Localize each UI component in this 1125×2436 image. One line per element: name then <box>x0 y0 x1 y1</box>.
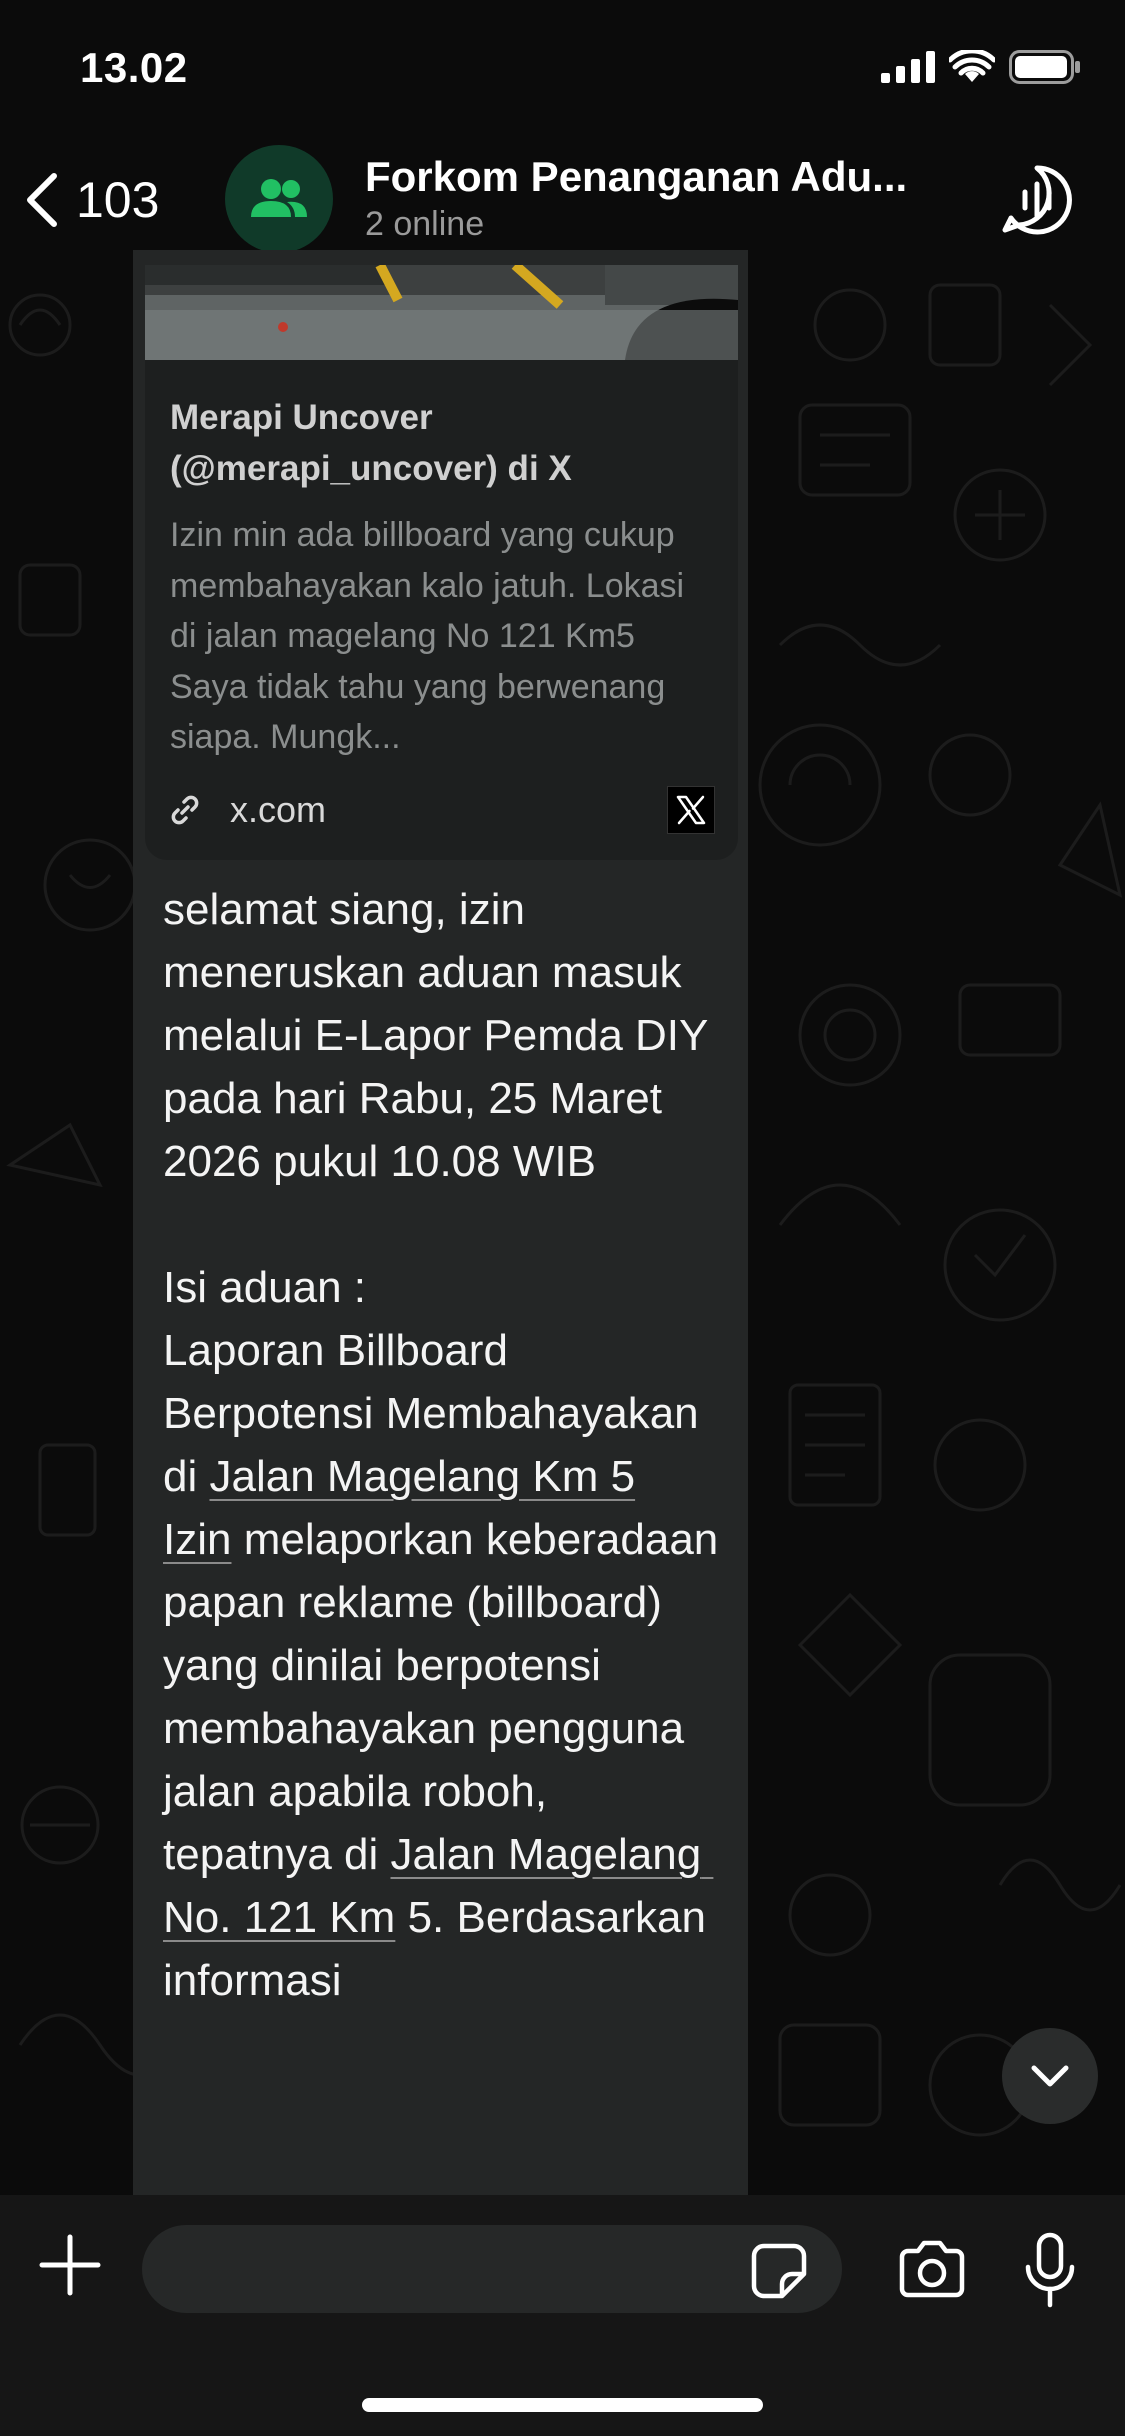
message-text: selamat siang, izin meneruskan aduan mas… <box>163 878 723 2012</box>
link-preview-description: Izin min ada billboard yang cukup membah… <box>170 516 685 756</box>
status-bar: 13.02 <box>0 0 1125 135</box>
link-preview-image[interactable] <box>145 265 738 360</box>
unread-count: 103 <box>76 172 160 228</box>
x-logo-icon <box>667 786 715 834</box>
voice-chat-icon[interactable] <box>999 162 1075 238</box>
link-preview-title: Merapi Uncover (@merapi_uncover) di X <box>170 398 572 488</box>
status-time: 13.02 <box>80 44 188 91</box>
chat-subtitle: 2 online <box>365 205 485 243</box>
complaint-label: Isi aduan : <box>163 1263 367 1312</box>
wifi-icon <box>949 50 995 82</box>
plus-icon[interactable] <box>38 2233 102 2297</box>
back-button[interactable]: 103 <box>22 160 159 240</box>
status-icons <box>881 50 1081 84</box>
message-bubble[interactable]: Merapi Uncover (@merapi_uncover) di X Iz… <box>133 250 748 2195</box>
group-icon <box>251 179 307 217</box>
camera-icon[interactable] <box>896 2235 968 2307</box>
chevron-left-icon <box>27 173 57 227</box>
link-icon <box>171 795 199 824</box>
location-link-1[interactable]: Jalan Magelang Km 5 <box>209 1452 635 1501</box>
link-preview-domain-row[interactable]: x.com <box>170 782 715 837</box>
home-indicator[interactable] <box>362 2398 763 2412</box>
link-preview-card[interactable]: Merapi Uncover (@merapi_uncover) di X Iz… <box>145 360 738 860</box>
group-avatar[interactable] <box>225 145 333 253</box>
sticker-icon[interactable] <box>750 2242 808 2300</box>
chat-title[interactable]: Forkom Penanganan Adu... <box>365 153 907 201</box>
message-input[interactable] <box>142 2225 842 2313</box>
message-intro: selamat siang, izin meneruskan aduan mas… <box>163 885 720 1186</box>
microphone-icon[interactable] <box>1022 2231 1078 2311</box>
chat-header: 103 Forkom Penanganan Adu... 2 online <box>0 135 1125 265</box>
battery-icon <box>1009 50 1080 84</box>
complaint-body-2: melaporkan keberadaan papan reklame (bil… <box>163 1515 731 1879</box>
cellular-signal-icon <box>881 51 935 83</box>
link-preview-domain: x.com <box>230 788 327 830</box>
chevron-down-icon <box>1031 2065 1069 2087</box>
scroll-to-bottom-button[interactable] <box>1002 2028 1098 2124</box>
link-izin[interactable]: Izin <box>163 1515 231 1564</box>
